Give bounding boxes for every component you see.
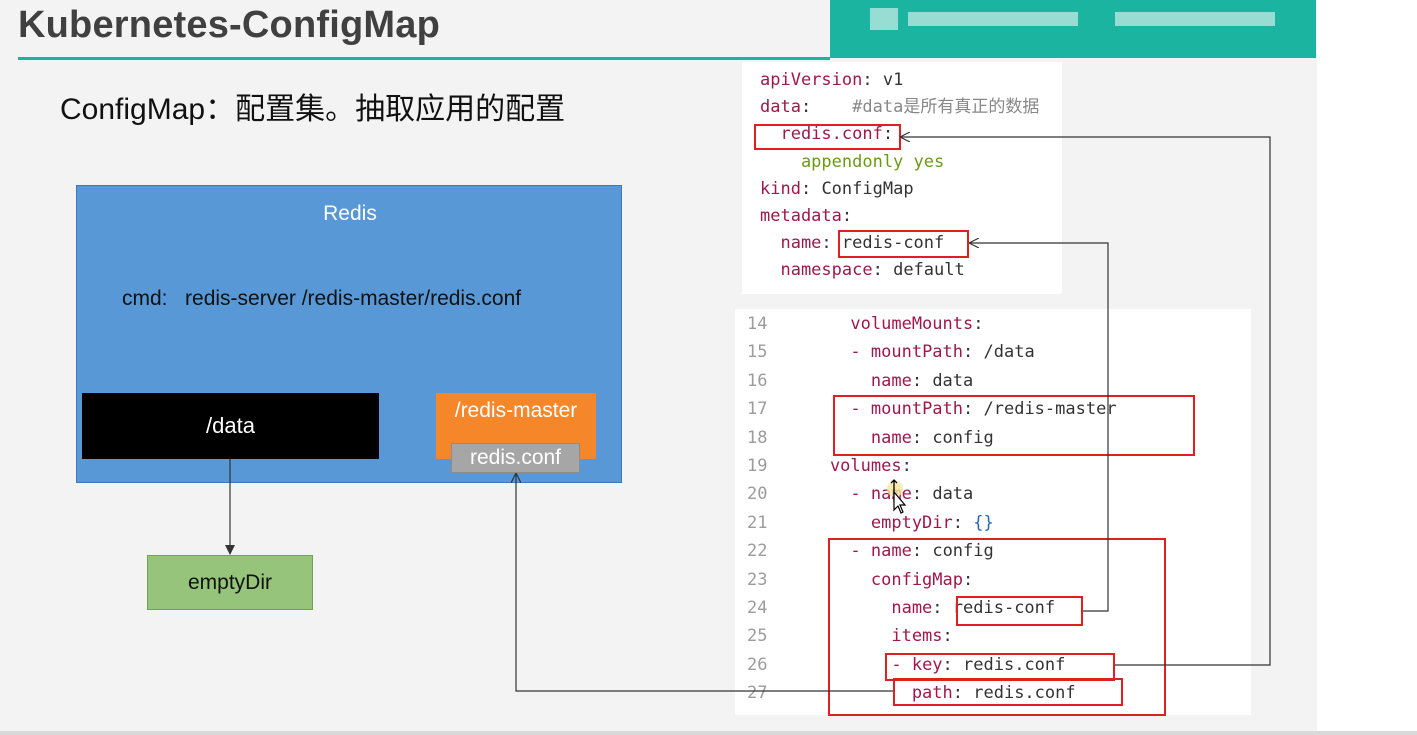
- mouse-cursor-icon: [887, 479, 907, 514]
- arrow-volume-name-to-configmap-name: [970, 243, 1109, 612]
- connector-arrows: [225, 0, 1271, 692]
- arrow-key-to-data-key: [901, 137, 1271, 666]
- arrow-path-to-redis-conf: [516, 474, 893, 692]
